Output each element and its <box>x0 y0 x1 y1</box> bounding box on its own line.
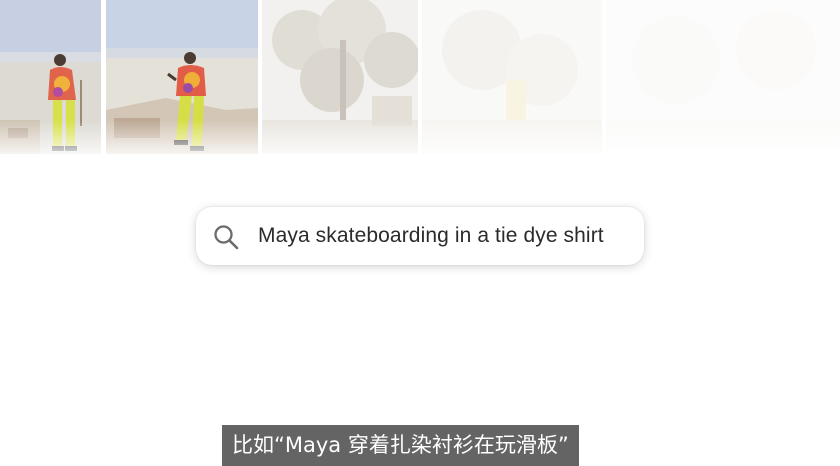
search-bar[interactable]: Maya skateboarding in a tie dye shirt <box>196 207 644 265</box>
search-icon <box>213 224 239 250</box>
photo-results-strip <box>0 0 840 200</box>
video-subtitle: 比如“Maya 穿着扎染衬衫在玩滑板” <box>222 425 579 466</box>
photo-strip-fade <box>0 120 840 200</box>
search-query-text[interactable]: Maya skateboarding in a tie dye shirt <box>258 223 604 249</box>
screen: Maya skateboarding in a tie dye shirt 比如… <box>0 0 840 466</box>
